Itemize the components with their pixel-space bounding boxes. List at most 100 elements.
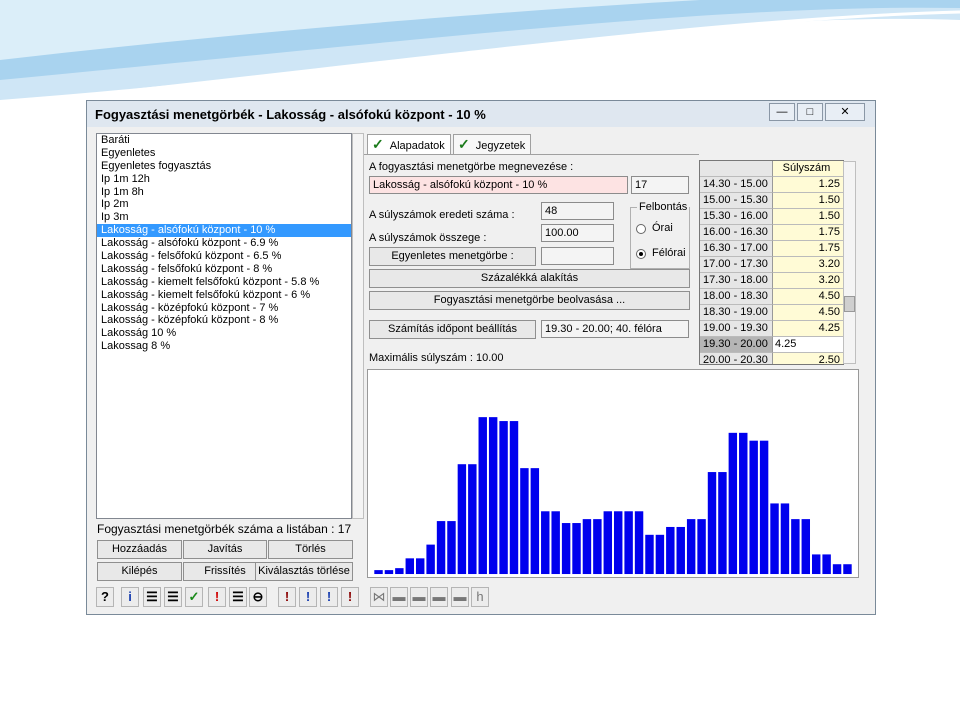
grid-row[interactable]: 19.00 - 19.30 4.25 (700, 321, 843, 337)
chart-band-icon[interactable]: ▬ (410, 587, 428, 607)
grid-row[interactable]: 15.00 - 15.30 1.50 (700, 193, 843, 209)
grid-row[interactable]: 19.30 - 20.00 4.25 (700, 337, 843, 353)
weight-alert-icon[interactable]: ! (278, 587, 296, 607)
info-icon[interactable]: i (121, 587, 139, 607)
grid-weight-cell[interactable]: 4.25 (773, 321, 843, 337)
calc-time-field[interactable]: 19.30 - 20.00; 40. félóra (541, 320, 689, 338)
grid-weight-cell[interactable]: 4.50 (773, 289, 843, 305)
grid-row[interactable]: 14.30 - 15.00 1.25 (700, 177, 843, 193)
chart-stack-icon[interactable]: ▬ (430, 587, 448, 607)
read-curve-button[interactable]: Fogyasztási menetgörbe beolvasása ... (369, 291, 690, 310)
max-weight-label: Maximális súlyszám : 10.00 (369, 352, 504, 364)
grid-time-cell: 18.00 - 18.30 (700, 289, 773, 305)
grid-weight-cell[interactable]: 1.25 (773, 177, 843, 193)
chart-histogram-icon[interactable]: h (471, 587, 489, 607)
radio-hourly[interactable] (636, 224, 646, 234)
tree-edit-icon[interactable]: ☰ (164, 587, 182, 607)
chart-bar (582, 519, 592, 575)
alert-icon[interactable]: ! (208, 587, 226, 607)
curve-id-field[interactable]: 17 (631, 176, 689, 194)
list-item[interactable]: Egyenletes fogyasztás (97, 160, 351, 173)
grid-scrollbar-thumb[interactable] (844, 296, 855, 312)
chart-area-icon[interactable]: ▬ (451, 587, 469, 607)
clear-selection-button[interactable]: Kiválasztás törlése (255, 562, 353, 581)
list-item[interactable]: Ip 1m 8h (97, 186, 351, 199)
uniform-curve-button[interactable]: Egyenletes menetgörbe : (369, 247, 536, 266)
grid-weight-cell[interactable]: 1.50 (773, 193, 843, 209)
grid-row[interactable]: 16.30 - 17.00 1.75 (700, 241, 843, 257)
grid-time-cell: 17.30 - 18.00 (700, 273, 773, 289)
grid-weight-cell[interactable]: 3.20 (773, 273, 843, 289)
tab-jegyzetek[interactable]: ✓ Jegyzetek (453, 134, 531, 154)
weight-down-icon[interactable]: ! (299, 587, 317, 607)
grid-row[interactable]: 18.30 - 19.00 4.50 (700, 305, 843, 321)
curve-list[interactable]: Baráti Egyenletes Egyenletes fogyasztás Ip … (96, 133, 352, 519)
grid-weight-cell[interactable]: 3.20 (773, 257, 843, 273)
grid-row[interactable]: 17.00 - 17.30 3.20 (700, 257, 843, 273)
weight-marker-icon[interactable]: ! (341, 587, 359, 607)
grid-row[interactable]: 20.00 - 20.30 2.50 (700, 353, 843, 364)
list-item[interactable]: Lakosság - alsófokú központ - 6.9 % (97, 237, 351, 250)
list-item[interactable]: Ip 3m (97, 211, 351, 224)
maximize-button[interactable]: □ (797, 103, 823, 121)
percent-convert-button[interactable]: Százalékká alakítás (369, 269, 690, 288)
chart-bar (697, 519, 706, 575)
grid-row[interactable]: 17.30 - 18.00 3.20 (700, 273, 843, 289)
grid-row[interactable]: 18.00 - 18.30 4.50 (700, 289, 843, 305)
grid-time-cell: 18.30 - 19.00 (700, 305, 773, 321)
radio-halfhourly[interactable] (636, 249, 646, 259)
list-item[interactable]: Egyenletes (97, 147, 351, 160)
list-item[interactable]: Lakosság - kiemelt felsőfokú központ - 5… (97, 276, 351, 289)
list-item[interactable]: Baráti (97, 134, 351, 147)
chart-bar (395, 568, 404, 575)
chart-bar (426, 544, 435, 575)
list-item[interactable]: Lakosság - felsőfokú központ - 6.5 % (97, 250, 351, 263)
chart-bar (520, 468, 529, 575)
orig-count-field[interactable]: 48 (541, 202, 614, 220)
tab-alapadatok[interactable]: ✓ Alapadatok (367, 134, 451, 155)
weight-up-icon[interactable]: ! (320, 587, 338, 607)
list-item[interactable]: Lakosság - középfokú központ - 7 % (97, 302, 351, 315)
grid-row[interactable]: 15.30 - 16.00 1.50 (700, 209, 843, 225)
grid-scrollbar[interactable] (843, 161, 856, 364)
help-cursor-icon[interactable]: ? (96, 587, 114, 607)
list-item[interactable]: Lakosság - kiemelt felsőfokú központ - 6… (97, 289, 351, 302)
check-icon[interactable]: ✓ (185, 587, 203, 607)
grid-time-cell: 19.00 - 19.30 (700, 321, 773, 337)
chart-bar (728, 432, 738, 575)
curve-list-scrollbar[interactable] (352, 133, 364, 519)
calc-time-button[interactable]: Számítás időpont beállítás (369, 320, 536, 339)
chart-bar (509, 421, 519, 575)
list-item[interactable]: Lakossag 8 % (97, 340, 351, 353)
curve-name-field[interactable]: Lakosság - alsófokú központ - 10 % (369, 176, 628, 194)
chart-bar (666, 526, 675, 575)
weight-sum-field[interactable]: 100.00 (541, 224, 614, 242)
grid-weight-cell[interactable]: 1.50 (773, 209, 843, 225)
uniform-curve-field[interactable] (541, 247, 614, 265)
list-item[interactable]: Ip 2m (97, 198, 351, 211)
grid-weight-cell[interactable]: 2.50 (773, 353, 843, 364)
chart-grid-icon[interactable]: ⋈ (370, 587, 388, 607)
minimize-button[interactable]: — (769, 103, 795, 121)
grid-weight-cell[interactable]: 4.25 (773, 337, 843, 353)
grid-time-cell: 16.30 - 17.00 (700, 241, 773, 257)
grid-weight-cell[interactable]: 1.75 (773, 241, 843, 257)
exit-button[interactable]: Kilépés (97, 562, 182, 581)
tree-alert-icon[interactable]: ☰ (229, 587, 247, 607)
grid-weight-cell[interactable]: 1.75 (773, 225, 843, 241)
list-item[interactable]: Lakosság - középfokú központ - 8 % (97, 314, 351, 327)
list-item[interactable]: Lakosság - alsófokú központ - 10 % (97, 224, 351, 238)
edit-button[interactable]: Javítás (183, 540, 267, 559)
add-button[interactable]: Hozzáadás (97, 540, 182, 559)
grid-row[interactable]: 16.00 - 16.30 1.75 (700, 225, 843, 241)
resolution-group: Felbontás Órai Félórai (630, 201, 690, 269)
delete-button[interactable]: Törlés (268, 540, 353, 559)
list-item[interactable]: Lakosság 10 % (97, 327, 351, 340)
close-button[interactable]: ✕ (825, 103, 865, 121)
chart-fill-icon[interactable]: ▬ (390, 587, 408, 607)
grid-weight-cell[interactable]: 4.50 (773, 305, 843, 321)
list-item[interactable]: Lakosság - felsőfokú központ - 8 % (97, 263, 351, 276)
tree-list-icon[interactable]: ☰ (143, 587, 161, 607)
globe-icon[interactable]: ⊖ (249, 587, 267, 607)
list-item[interactable]: Ip 1m 12h (97, 173, 351, 186)
